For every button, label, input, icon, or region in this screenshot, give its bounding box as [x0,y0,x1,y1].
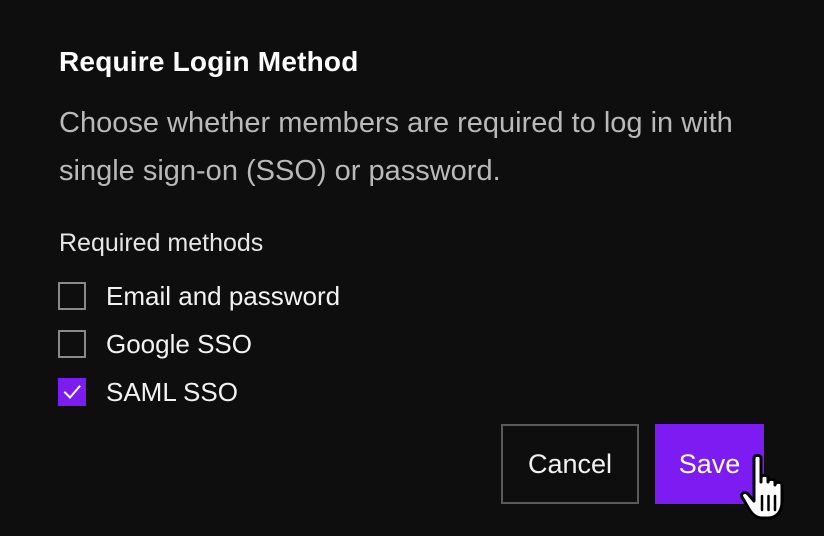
dialog-description: Choose whether members are required to l… [59,107,733,187]
check-icon [63,385,81,399]
option-google-sso[interactable]: Google SSO [58,328,252,360]
saml-sso-label: SAML SSO [106,376,238,407]
google-sso-label: Google SSO [106,328,252,359]
saml-sso-checkbox[interactable] [58,378,86,406]
option-email-password[interactable]: Email and password [58,280,340,312]
login-method-dialog: Require Login Method Choose whether memb… [0,0,824,536]
dialog-title: Require Login Method [59,46,359,77]
option-saml-sso[interactable]: SAML SSO [58,376,238,408]
google-sso-checkbox[interactable] [58,330,86,358]
save-button[interactable]: Save [655,424,764,504]
email-password-checkbox[interactable] [58,282,86,310]
email-password-label: Email and password [106,280,341,311]
cancel-button[interactable]: Cancel [501,424,639,504]
required-methods-label: Required methods [59,229,264,257]
